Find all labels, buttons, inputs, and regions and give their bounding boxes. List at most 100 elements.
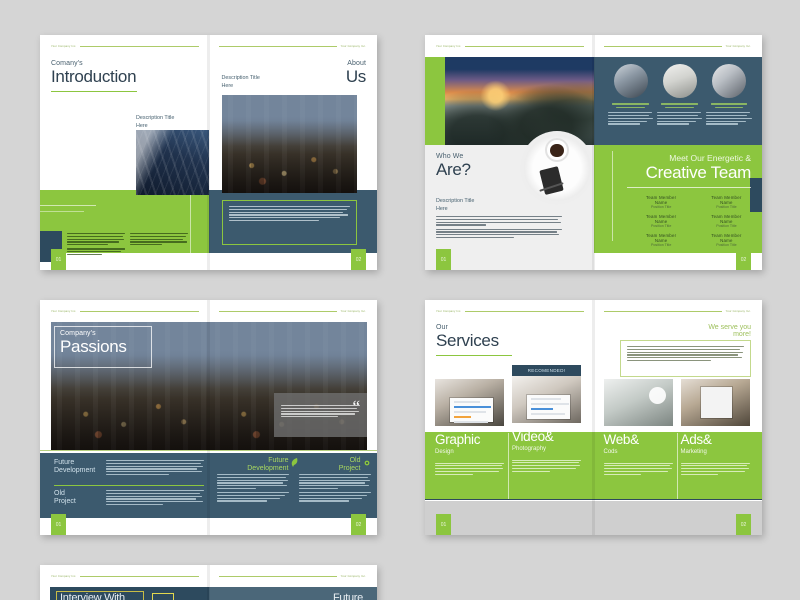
column-divider (190, 195, 191, 253)
page-number-right: 02 (351, 514, 366, 535)
accent-frame (152, 593, 174, 600)
city-street-photo[interactable] (221, 95, 357, 193)
service-card[interactable]: Ads& Marketing (680, 379, 750, 476)
tablet-keyboard-photo[interactable] (712, 64, 746, 98)
office-towers-photo[interactable] (136, 130, 209, 195)
section-label: Future Development (217, 457, 289, 472)
page-title: Us (345, 67, 366, 86)
page-number-left: 01 (436, 514, 451, 535)
page-interview-right: Your Company Inc. Future (208, 565, 377, 600)
section-line2: Project (54, 497, 76, 505)
page-passions-left: Your Company Inc. Company's Passions Fut… (40, 300, 209, 535)
page-title-block: Who We Are? (436, 153, 471, 178)
service-subtitle: Marketing (680, 448, 707, 455)
team-card[interactable] (607, 64, 654, 126)
running-head: Your Company Inc. (603, 310, 752, 313)
page-number-right: 02 (736, 249, 751, 270)
leaf-icon (291, 458, 297, 467)
page-number-left: 01 (436, 249, 451, 270)
page-services-right: Your Company Inc. We serve you more! Web… (593, 300, 762, 535)
laptop-hands-photo[interactable] (512, 376, 581, 423)
navy-accent-block (750, 178, 762, 212)
promo-title: We serve you more! (708, 324, 751, 338)
spread-passions[interactable]: Your Company Inc. Company's Passions Fut… (40, 300, 377, 535)
spread-gutter (207, 35, 210, 270)
service-body (512, 459, 581, 472)
running-head: Your Company Inc. (51, 310, 199, 313)
desc-title-line1: Description Title (221, 75, 260, 81)
section-line2: Development (247, 464, 289, 472)
service-title: Graphic (435, 432, 481, 447)
team-member[interactable]: Team Member Name Position Title (640, 214, 683, 228)
service-card[interactable]: Graphic Design (435, 379, 504, 476)
recommended-badge: RECOMENDED! (512, 365, 581, 376)
team-member-grid: Team Member Name Position Title Team Mem… (640, 195, 749, 247)
service-title: Ads& (680, 432, 712, 447)
spread-gutter (592, 300, 595, 535)
page-title: Introduction (51, 67, 137, 86)
team-member[interactable]: Team Member Name Position Title (705, 233, 748, 247)
member-name: Team Member Name (645, 214, 677, 224)
service-card[interactable]: Web& Cods (603, 379, 673, 476)
running-head-label: Your Company Inc. (340, 310, 366, 313)
desc-title: Description Title Here (222, 75, 260, 91)
green-accent-bar (425, 57, 445, 145)
vertical-divider (611, 151, 613, 241)
screen-mock (527, 394, 570, 420)
page-title-block: Company's Passions (60, 330, 127, 355)
coffee-desk-photo[interactable] (520, 131, 594, 205)
section-line1: Old (349, 457, 361, 464)
page-kicker: Who We (436, 153, 464, 160)
section-divider (54, 485, 204, 486)
page-kicker: Company's (60, 330, 96, 337)
running-head: Your Company Inc. (436, 45, 584, 48)
page-passions-right: Your Company Inc. “ Future Development O… (208, 300, 377, 535)
team-cards (607, 64, 753, 126)
promo-box (619, 340, 751, 377)
deco-rule-1 (40, 205, 96, 206)
caption-frame (221, 200, 357, 245)
team-member[interactable]: Team Member Name Position Title (705, 195, 748, 209)
service-card[interactable]: RECOMENDED! Video& Photography (512, 365, 581, 473)
service-body (435, 462, 504, 475)
member-role: Position Title (716, 243, 737, 247)
page-kicker: Our (436, 324, 448, 331)
running-head: Your Company Inc. (51, 45, 199, 48)
member-role: Position Title (650, 224, 672, 228)
spread-who-we-are[interactable]: Your Company Inc. Who We Are? Descriptio… (425, 35, 762, 270)
tablet-hands-photo[interactable] (680, 379, 750, 426)
page-title-block: About Us (346, 60, 366, 85)
section-body (298, 474, 371, 503)
page-title: Are? (436, 160, 471, 179)
team-title: Creative Team (645, 163, 752, 182)
spread-services[interactable]: Your Company Inc. Our Services Graphic D (425, 300, 762, 535)
service-title: Video& (512, 429, 554, 444)
team-card[interactable] (706, 64, 752, 126)
spread-gutter (592, 35, 595, 270)
page-introduction-right: Your Company Inc. About Us Description T… (208, 35, 377, 270)
team-member[interactable]: Team Member Name Position Title (705, 214, 748, 228)
promo-body (621, 341, 751, 368)
laptop-desk-photo[interactable] (613, 64, 648, 98)
running-head-label: Your Company Inc. (51, 310, 77, 313)
card-body (656, 112, 703, 125)
team-card[interactable] (656, 64, 703, 126)
team-member[interactable]: Team Member Name Position Title (640, 195, 683, 209)
member-name: Team Member Name (711, 233, 742, 243)
service-title: Web& (603, 432, 640, 447)
running-head-label: Your Company Inc. (436, 310, 462, 313)
photo-caption: Description Title Here (136, 115, 174, 131)
running-head-rule (80, 46, 199, 47)
writing-hand-photo[interactable] (603, 379, 673, 426)
running-head-rule (218, 46, 337, 47)
spread-interview[interactable]: Your Company Inc. Interview With Your Co… (40, 565, 377, 600)
hand-tablet-photo[interactable] (662, 64, 697, 98)
desk-laptop-photo[interactable] (435, 379, 504, 426)
member-role: Position Title (716, 224, 737, 228)
spread-introduction[interactable]: Your Company Inc. Comany's Introduction … (40, 35, 377, 270)
running-head-label: Your Company Inc. (51, 45, 77, 48)
body-copy-col2 (130, 233, 188, 247)
team-member[interactable]: Team Member Name Position Title (640, 233, 683, 247)
section-label: Old Project (299, 457, 361, 472)
sunset-seascape-photo[interactable] (445, 57, 594, 145)
